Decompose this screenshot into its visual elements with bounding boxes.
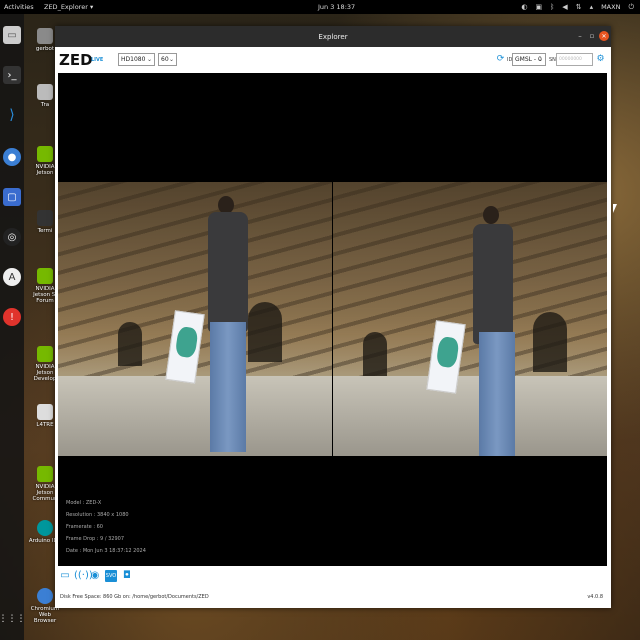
obs-icon[interactable]: ◎ bbox=[3, 228, 21, 246]
camera-id-select[interactable]: GMSL - 0 ⌄ bbox=[512, 53, 546, 66]
zed-logo: ZED bbox=[59, 51, 93, 69]
chevron-down-icon: ⌄ bbox=[146, 56, 152, 63]
app-menu[interactable]: ZED_Explorer ▾ bbox=[44, 3, 93, 11]
software-store-icon[interactable]: A bbox=[3, 268, 21, 286]
fps-select[interactable]: 60 ⌄ bbox=[158, 53, 177, 66]
power-mode-label[interactable]: MAXN bbox=[601, 3, 620, 11]
refresh-icon[interactable]: ⟳ bbox=[495, 54, 506, 65]
frame-drop-info: Frame Drop : 9 / 32907 bbox=[66, 536, 125, 542]
snapshot-icon[interactable]: ◘ bbox=[121, 570, 133, 582]
depth-icon[interactable]: ◉ bbox=[89, 570, 101, 582]
window-title: Explorer bbox=[318, 32, 348, 41]
folder-icon[interactable]: ▭ bbox=[59, 570, 71, 582]
power-mode-icon[interactable]: ▴ bbox=[590, 3, 594, 11]
fps-value: 60 bbox=[161, 56, 169, 63]
bluetooth-icon[interactable]: ᛒ bbox=[550, 3, 554, 11]
volume-icon[interactable]: ◀ bbox=[562, 3, 567, 11]
desktop-icon-label: NVIDIA Jetson bbox=[35, 164, 55, 176]
power-icon[interactable]: ⏻ bbox=[628, 3, 634, 12]
top-bar: Activities ZED_Explorer ▾ Jun 3 18:37 ◐ … bbox=[0, 0, 640, 14]
toolbar: ZED LIVE HD1080 ⌄ 60 ⌄ ⟳ ID GMSL - 0 ⌄ S… bbox=[55, 47, 611, 73]
minimize-icon[interactable]: – bbox=[575, 31, 585, 41]
camera-icon[interactable]: ▣ bbox=[535, 3, 542, 11]
settings-gear-icon[interactable]: ⚙ bbox=[595, 54, 606, 65]
vscode-icon[interactable]: ⟩ bbox=[3, 106, 21, 124]
resolution-info: Resolution : 3840 x 1080 bbox=[66, 512, 129, 518]
framerate-info: Framerate : 60 bbox=[66, 524, 103, 530]
desktop-icon-label: NVIDIA Jetson Commun bbox=[32, 484, 58, 502]
desktop-icon-label: gerbot bbox=[35, 46, 55, 52]
dock: ▭ ›_ ⟩ ● ▢ ◎ A ! ⋮⋮⋮ bbox=[0, 14, 26, 640]
terminal-icon[interactable]: ›_ bbox=[3, 66, 21, 84]
files-icon[interactable]: ▭ bbox=[3, 26, 21, 44]
screenshot-icon[interactable]: ▢ bbox=[3, 188, 21, 206]
right-camera-frame bbox=[333, 182, 607, 456]
chevron-down-icon: ⌄ bbox=[537, 56, 543, 63]
explorer-window: Explorer – ▫ ✕ ZED LIVE HD1080 ⌄ 60 ⌄ ⟳ … bbox=[55, 26, 611, 608]
serial-number-placeholder: 00000000 bbox=[559, 57, 582, 62]
network-icon[interactable]: ⇅ bbox=[576, 3, 582, 11]
chevron-down-icon: ⌄ bbox=[168, 56, 174, 63]
maximize-icon[interactable]: ▫ bbox=[587, 31, 597, 41]
disk-space-status: Disk Free Space: 860 Gb on: /home/gerbot… bbox=[60, 594, 209, 600]
stereo-video-viewer[interactable]: Model : ZED-X Resolution : 3840 x 1080 F… bbox=[58, 73, 607, 566]
sn-label: SN bbox=[549, 57, 556, 63]
serial-number-input[interactable]: 00000000 bbox=[556, 53, 593, 66]
desktop-icon-label: L4TRE bbox=[36, 422, 54, 428]
error-report-icon[interactable]: ! bbox=[3, 308, 21, 326]
left-camera-frame bbox=[58, 182, 332, 456]
date-info: Date : Mon Jun 3 18:37:12 2024 bbox=[66, 548, 146, 554]
resolution-select[interactable]: HD1080 ⌄ bbox=[118, 53, 155, 66]
desktop-icon-label: NVIDIA Jetson Develop bbox=[33, 364, 57, 382]
version-label: v4.0.8 bbox=[587, 594, 603, 600]
system-tray[interactable]: ◐ ▣ ᛒ ◀ ⇅ ▴ MAXN ⏻ bbox=[521, 3, 634, 12]
camera-info-panel: Model : ZED-X Resolution : 3840 x 1080 F… bbox=[66, 497, 146, 557]
mouse-cursor bbox=[613, 204, 617, 213]
desktop-icon-label: Chromium Web Browser bbox=[30, 606, 60, 624]
chromium-icon[interactable]: ● bbox=[3, 148, 21, 166]
close-icon[interactable]: ✕ bbox=[599, 31, 609, 41]
desktop-icon-label: Termi bbox=[37, 228, 53, 234]
stream-icon[interactable]: ((·)) bbox=[74, 570, 93, 582]
live-badge: LIVE bbox=[91, 57, 104, 63]
bottom-bar: ▭ ((·)) ◉ SVO ◘ Disk Free Space: 860 Gb … bbox=[55, 566, 611, 608]
window-titlebar[interactable]: Explorer – ▫ ✕ bbox=[55, 26, 611, 47]
model-info: Model : ZED-X bbox=[66, 500, 102, 506]
svo-record-icon[interactable]: SVO bbox=[105, 570, 117, 582]
nvidia-icon[interactable]: ◐ bbox=[521, 3, 527, 11]
activities-button[interactable]: Activities bbox=[4, 3, 34, 11]
desktop-icon-label: NVIDIA Jetson Sl Forum bbox=[33, 286, 57, 304]
show-apps-icon[interactable]: ⋮⋮⋮ bbox=[0, 610, 26, 628]
clock[interactable]: Jun 3 18:37 bbox=[318, 3, 355, 11]
resolution-value: HD1080 bbox=[121, 56, 146, 63]
desktop-icon-label: Tra bbox=[40, 102, 50, 108]
